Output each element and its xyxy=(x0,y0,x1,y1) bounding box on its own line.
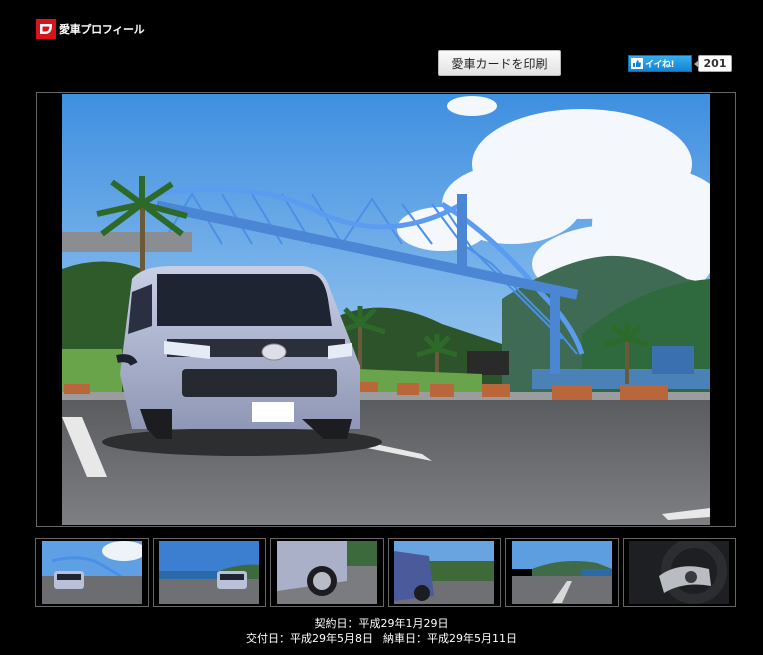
handover-label: 納車日： xyxy=(383,632,427,645)
delivery-label: 交付日： xyxy=(246,632,290,645)
thumb-coast-car[interactable] xyxy=(152,538,266,607)
thumb-steering-wheel[interactable] xyxy=(622,538,736,607)
date-info: 契約日：平成29年1月29日 交付日：平成29年5月8日 納車日：平成29年5月1… xyxy=(0,616,763,646)
thumbnail-strip xyxy=(35,538,736,607)
thumb-ocean-road[interactable] xyxy=(505,538,619,607)
print-card-button[interactable]: 愛車カードを印刷 xyxy=(438,50,561,76)
contract-line: 契約日：平成29年1月29日 xyxy=(0,616,763,631)
like-count: 201 xyxy=(694,55,732,72)
main-photo[interactable] xyxy=(62,94,710,525)
contract-label: 契約日： xyxy=(314,617,359,630)
like-button[interactable]: イイね! xyxy=(628,55,692,72)
like-icon xyxy=(631,58,643,69)
delivery-line: 交付日：平成29年5月8日 納車日：平成29年5月11日 xyxy=(0,631,763,646)
delivery-date: 平成29年5月8日 xyxy=(290,632,373,645)
contract-date: 平成29年1月29日 xyxy=(358,617,449,630)
like-label: イイね! xyxy=(645,60,675,70)
thumb-side-view[interactable] xyxy=(387,538,501,607)
thumb-bridge-car[interactable] xyxy=(35,538,149,607)
handover-date: 平成29年5月11日 xyxy=(427,632,517,645)
logo-text: 愛車プロフィール xyxy=(59,23,145,36)
daihatsu-logo-icon xyxy=(36,19,56,39)
like-widget: イイね! 201 xyxy=(628,55,732,72)
main-photo-frame xyxy=(36,92,736,527)
thumb-wheel-closeup[interactable] xyxy=(270,538,384,607)
site-logo[interactable]: 愛車プロフィール xyxy=(36,19,145,39)
